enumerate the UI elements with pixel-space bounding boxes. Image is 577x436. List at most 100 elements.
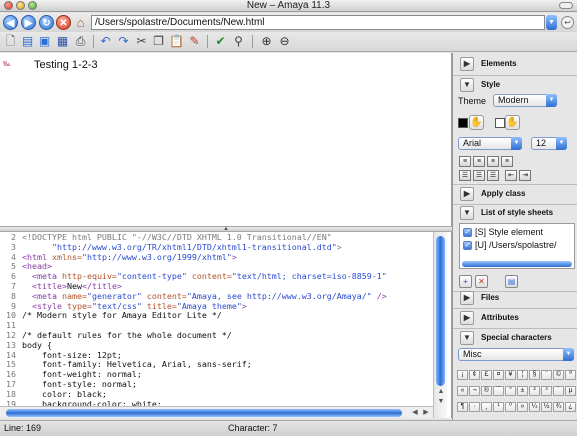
special-character-button[interactable]: » (517, 402, 528, 412)
special-character-button[interactable]: © (553, 370, 564, 380)
checkbox-checked-icon[interactable]: ✓ (463, 241, 472, 251)
new-document-button[interactable]: 🗋 (3, 34, 18, 49)
formatted-view[interactable]: ‰ Testing 1-2-3 (0, 53, 452, 226)
url-input[interactable]: /Users/spolastre/Documents/New.html (91, 15, 545, 30)
line-content[interactable]: font-family: Helvetica, Arial, sans-seri… (22, 359, 252, 369)
special-character-button[interactable]: ¯ (493, 386, 504, 396)
url-history-dropdown[interactable]: ▼ (546, 15, 557, 30)
special-character-button[interactable]: ¹ (493, 402, 504, 412)
checkbox-checked-icon[interactable]: ✓ (463, 228, 472, 238)
special-character-button[interactable]: ¬ (469, 386, 480, 396)
forward-button[interactable]: ▶ (21, 15, 36, 30)
chevron-right-icon[interactable]: ▶ (460, 57, 474, 71)
special-character-button[interactable]: º (505, 402, 516, 412)
stop-button[interactable]: ✕ (56, 15, 71, 30)
check-button[interactable]: ⚲ (231, 34, 246, 49)
source-view[interactable]: 2 <!DOCTYPE html PUBLIC "-//W3C//DTD XHTM… (0, 232, 452, 418)
go-button[interactable]: ↩ (561, 16, 574, 29)
list-item[interactable]: ✓ [U] /Users/spolastre/ (463, 239, 557, 251)
source-horizontal-scrollbar[interactable]: ◀ ▶ (0, 406, 433, 418)
source-line[interactable]: 10/* Modern style for Amaya Editor Lite … (0, 310, 432, 321)
line-content[interactable]: color: black; (22, 389, 107, 399)
splitter-handle-icon[interactable]: ▲ (223, 226, 229, 232)
open-style-sheet-button[interactable]: ▤ (505, 275, 518, 288)
line-content[interactable]: <style type="text/css" title="Amaya them… (22, 301, 247, 311)
special-character-button[interactable]: ¿ (565, 402, 576, 412)
line-content[interactable]: <head> (22, 261, 52, 271)
line-spacing-double-button[interactable]: ☰ (487, 170, 499, 181)
home-button[interactable]: ⌂ (73, 15, 88, 30)
line-content[interactable]: /* Modern style for Amaya Editor Lite */ (22, 310, 222, 320)
line-content[interactable]: "http://www.w3.org/TR/xhtml1/DTD/xhtml1-… (22, 242, 342, 252)
save-button[interactable]: ▦ (55, 34, 70, 49)
special-character-button[interactable]: ± (517, 386, 528, 396)
line-content[interactable]: /* default rules for the whole document … (22, 330, 232, 340)
source-vertical-scrollbar[interactable]: ▲ ▼ (433, 232, 447, 418)
toolbar-toggle-button[interactable] (559, 2, 573, 9)
align-left-button[interactable]: ≡ (459, 156, 471, 167)
line-content[interactable]: font-size: 12pt; (22, 350, 122, 360)
background-color-button[interactable]: ✋ (505, 115, 520, 130)
source-code[interactable]: 2 <!DOCTYPE html PUBLIC "-//W3C//DTD XHTM… (0, 232, 432, 418)
scrollbar-thumb[interactable] (6, 409, 402, 417)
special-character-button[interactable]: ¼ (529, 402, 540, 412)
outdent-button[interactable]: ⇤ (505, 170, 517, 181)
special-character-button[interactable]: ¡ (457, 370, 468, 380)
line-content[interactable]: <meta name="generator" content="Amaya, s… (22, 291, 387, 301)
cut-button[interactable]: ✂ (134, 34, 149, 49)
minimize-window-button[interactable] (16, 1, 25, 10)
open-folder-button[interactable]: ▣ (37, 34, 52, 49)
align-justify-button[interactable]: ≡ (501, 156, 513, 167)
undo-button[interactable]: ↶ (98, 34, 113, 49)
style-sheets-list[interactable]: ✓ [S] Style element ✓ [U] /Users/spolastre… (459, 223, 575, 269)
special-character-button[interactable]: ° (505, 386, 516, 396)
line-content[interactable]: font-style: normal; (22, 379, 137, 389)
chevron-down-icon[interactable]: ▼ (460, 78, 474, 92)
special-character-button[interactable]: ´ (553, 386, 564, 396)
line-spacing-medium-button[interactable]: ☰ (473, 170, 485, 181)
special-character-button[interactable]: £ (481, 370, 492, 380)
special-character-button[interactable]: ¶ (457, 402, 468, 412)
spellcheck-button[interactable]: ✔ (213, 34, 228, 49)
special-character-button[interactable]: ² (529, 386, 540, 396)
special-character-button[interactable]: ¾ (553, 402, 564, 412)
document-text[interactable]: Testing 1-2-3 (34, 59, 98, 71)
special-character-button[interactable]: ® (481, 386, 492, 396)
copy-button[interactable]: ❐ (151, 34, 166, 49)
chevron-down-icon[interactable]: ▼ (460, 206, 474, 220)
scroll-left-icon[interactable]: ◀ (410, 408, 420, 418)
close-window-button[interactable] (4, 1, 13, 10)
font-size-select[interactable]: 12 ▼ (531, 137, 567, 150)
style-list-scrollbar[interactable] (462, 261, 572, 267)
text-color-button[interactable]: ✋ (469, 115, 484, 130)
zoom-in-button[interactable]: ⊕ (259, 34, 274, 49)
special-character-button[interactable]: « (457, 386, 468, 396)
align-right-button[interactable]: ≡ (487, 156, 499, 167)
redo-button[interactable]: ↷ (116, 34, 131, 49)
scroll-up-icon[interactable]: ▲ (436, 387, 446, 396)
indent-button[interactable]: ⇥ (519, 170, 531, 181)
chevron-right-icon[interactable]: ▶ (460, 187, 474, 201)
open-button[interactable]: ▤ (20, 34, 35, 49)
line-spacing-single-button[interactable]: ☰ (459, 170, 471, 181)
special-character-button[interactable]: ¸ (481, 402, 492, 412)
chevron-right-icon[interactable]: ▶ (460, 291, 474, 305)
special-character-button[interactable]: µ (565, 386, 576, 396)
special-character-button[interactable]: ª (565, 370, 576, 380)
text-color-swatch[interactable] (458, 118, 468, 128)
scrollbar-thumb[interactable] (436, 236, 445, 386)
print-button[interactable]: ⎙ (73, 34, 88, 49)
special-character-button[interactable]: ³ (541, 386, 552, 396)
special-character-button[interactable]: ¦ (517, 370, 528, 380)
line-content[interactable]: <html xmlns="http://www.w3.org/1999/xhtm… (22, 252, 237, 262)
character-set-select[interactable]: Misc ▼ (458, 348, 574, 361)
special-character-button[interactable]: ½ (541, 402, 552, 412)
zoom-window-button[interactable] (28, 1, 37, 10)
special-character-button[interactable]: · (469, 402, 480, 412)
scroll-down-icon[interactable]: ▼ (436, 397, 446, 406)
special-character-button[interactable]: ¨ (541, 370, 552, 380)
background-color-swatch[interactable] (495, 118, 505, 128)
line-content[interactable]: body { (22, 340, 52, 350)
back-button[interactable]: ◀ (3, 15, 18, 30)
paste-button[interactable]: 📋 (169, 34, 184, 49)
